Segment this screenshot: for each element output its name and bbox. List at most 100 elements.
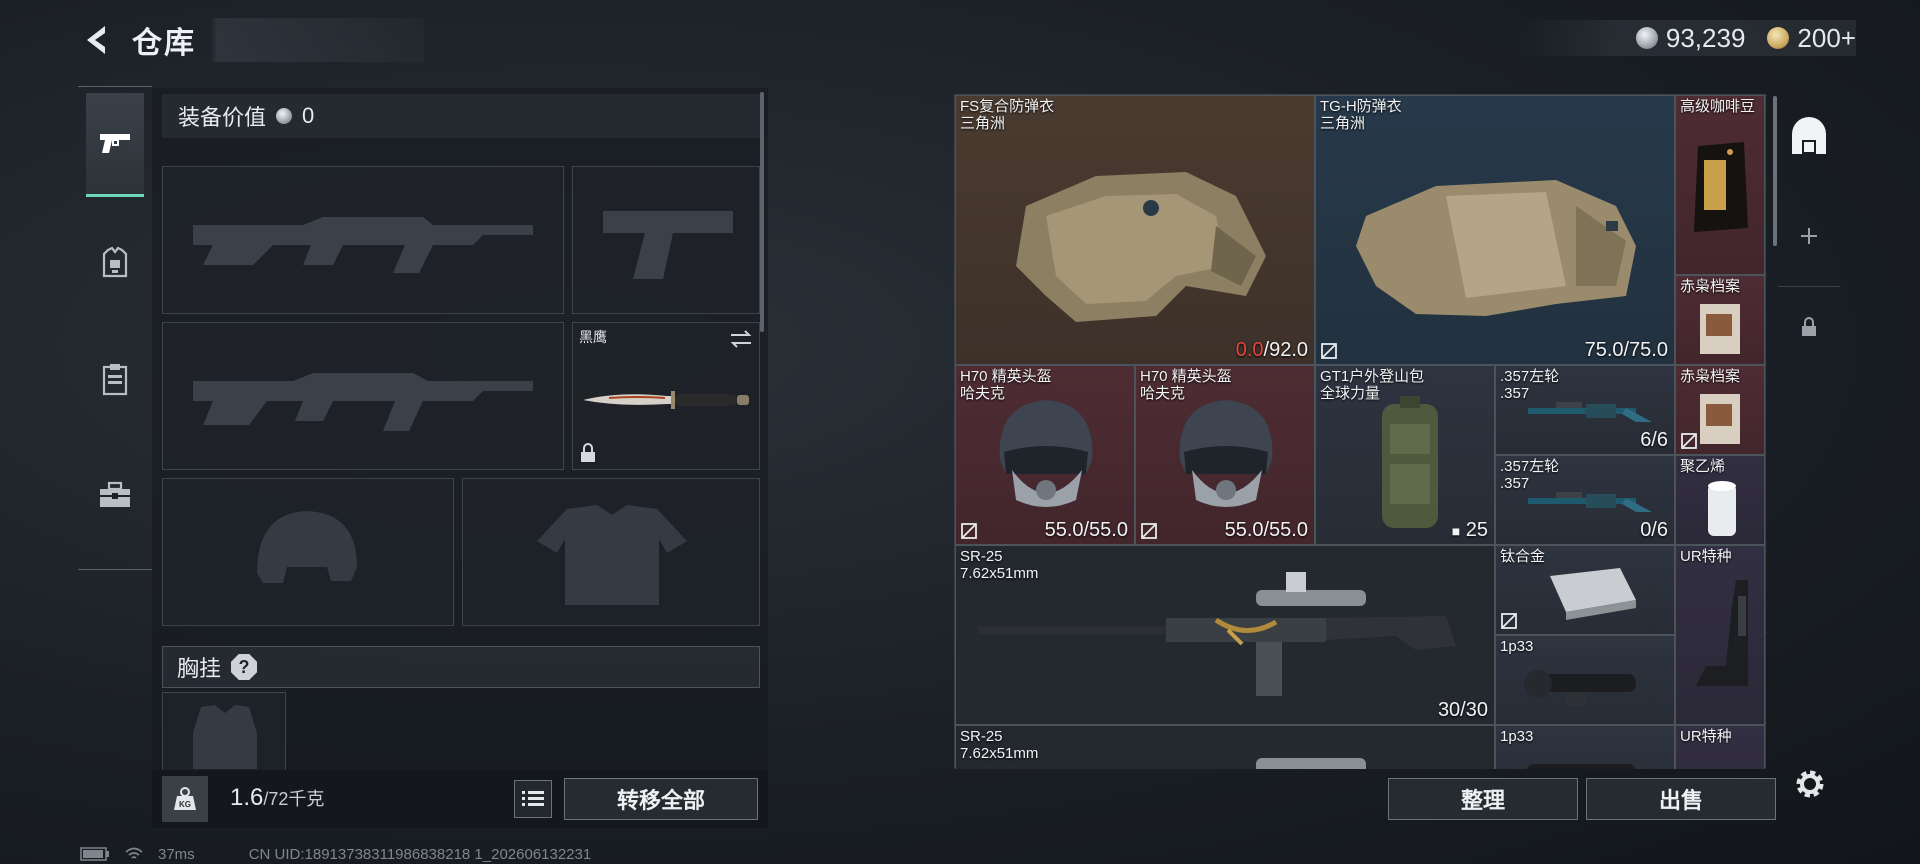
pistol-icon — [100, 133, 130, 153]
equipment-scrollbar[interactable] — [760, 92, 764, 332]
nav-armor[interactable] — [86, 211, 144, 315]
dossier-image — [1700, 394, 1740, 444]
coin-balance[interactable]: 93,239 — [1635, 23, 1745, 54]
no-trade-icon — [1501, 613, 1517, 629]
rifle-silhouette-icon — [193, 373, 533, 431]
equipment-nav — [78, 86, 152, 570]
coffee-bag-image — [1694, 142, 1748, 232]
equipment-value-header: 装备价值 0 — [162, 94, 760, 138]
weight-current: 1.6 — [230, 784, 264, 811]
storage-grid: FS复合防弹衣 三角洲 0.0/92.0 TG-H防弹衣 三角洲 75.0/75.0… — [954, 94, 1767, 769]
storage-item[interactable]: TG-H防弹衣 三角洲 75.0/75.0 — [1315, 95, 1675, 365]
token-icon — [1767, 27, 1790, 49]
item-name: 1p33 — [1500, 728, 1534, 745]
swap-icon[interactable] — [729, 329, 753, 349]
storage-item[interactable]: GT1户外登山包 全球力量 ■ 25 — [1315, 365, 1495, 545]
settings-icon — [1796, 770, 1824, 798]
secondary-weapon-slot[interactable] — [572, 166, 760, 314]
storage-item[interactable]: UR特种 — [1675, 545, 1765, 725]
storage-item[interactable]: H70 精英头盔 哈夫克 55.0/55.0 — [1135, 365, 1315, 545]
settings-button[interactable] — [1790, 764, 1830, 804]
item-name: 钛合金 — [1500, 548, 1546, 565]
page-title: 仓库 — [128, 18, 424, 62]
knife-icon — [583, 391, 749, 409]
storage-item[interactable]: 高级咖啡豆 — [1675, 95, 1765, 275]
chest-rig-slot[interactable] — [162, 692, 286, 770]
body-armor-slot[interactable] — [462, 478, 760, 626]
rifle-stock-image — [1696, 580, 1748, 686]
helmet-slot[interactable] — [162, 478, 454, 626]
item-name: .357左轮 .357 — [1500, 458, 1560, 492]
chest-rig-header: 胸挂 ? — [162, 646, 760, 688]
armor-silhouette-icon — [537, 505, 687, 605]
durability-value: 55.0/55.0 — [1224, 519, 1308, 541]
titanium-ingot-image — [1550, 568, 1636, 620]
transfer-all-button[interactable]: 转移全部 — [564, 778, 758, 820]
storage-item[interactable]: 1p33 — [1495, 635, 1675, 725]
primary-weapon-slot-2[interactable] — [162, 322, 564, 470]
storage-item[interactable]: 聚乙烯 — [1675, 455, 1765, 545]
item-name: .357左轮 .357 — [1500, 368, 1560, 402]
weight-max: /72千克 — [263, 789, 325, 809]
locked-storage-tab[interactable] — [1778, 286, 1840, 366]
sell-button[interactable]: 出售 — [1586, 778, 1776, 820]
scope-image — [1524, 670, 1636, 706]
storage-item[interactable]: SR-25 7.62x51mm 30/30 — [955, 545, 1495, 725]
storage-item[interactable]: .357左轮 .357 0/6 — [1495, 455, 1675, 545]
status-bar: 37ms CN UID:18913738311986838218 1_20260… — [80, 844, 800, 864]
armor-vest-image — [1016, 172, 1266, 322]
tab-main-storage[interactable] — [1778, 96, 1840, 176]
item-name: 1p33 — [1500, 638, 1534, 655]
equipment-panel: 装备价值 0 黑鹰 胸挂 ? KG 1.6/72千克 转移全部 — [152, 88, 768, 828]
storage-item[interactable]: 赤枭档案 — [1675, 275, 1765, 365]
durability-value: 75.0/75.0 — [1584, 339, 1668, 361]
chest-rig-label: 胸挂 — [177, 656, 222, 681]
battery-icon — [80, 847, 109, 861]
item-name: 高级咖啡豆 — [1680, 98, 1756, 115]
toolbox-icon — [100, 481, 130, 507]
item-name: 赤枭档案 — [1680, 368, 1741, 385]
sniper-rifle-image — [1256, 758, 1366, 769]
uid-text: CN UID:18913738311986838218 1_2026061322… — [248, 845, 592, 863]
list-view-button[interactable] — [514, 780, 552, 818]
equipment-value-label: 装备价值 — [178, 105, 267, 130]
item-name: UR特种 — [1680, 548, 1732, 565]
safe-icon: ■ — [1451, 523, 1461, 539]
weight-icon: KG — [162, 776, 208, 822]
storage-item[interactable]: 1p33 — [1495, 725, 1675, 769]
storage-item[interactable]: FS复合防弹衣 三角洲 0.0/92.0 — [955, 95, 1315, 365]
token-balance[interactable]: 200+ — [1767, 23, 1856, 54]
equipment-value: 0 — [302, 103, 315, 128]
primary-weapon-slot[interactable] — [162, 166, 564, 314]
storage-item[interactable]: UR特种 — [1675, 725, 1765, 769]
help-icon[interactable]: ? — [231, 654, 258, 680]
melee-slot[interactable]: 黑鹰 — [572, 322, 760, 470]
storage-item[interactable]: 钛合金 — [1495, 545, 1675, 635]
durability-value: 0.0/92.0 — [1235, 339, 1308, 361]
no-trade-icon — [1321, 343, 1337, 359]
no-trade-icon — [961, 523, 977, 539]
add-storage-button[interactable] — [1778, 196, 1840, 276]
rifle-silhouette-icon — [193, 217, 533, 273]
no-trade-icon — [1141, 523, 1157, 539]
back-button[interactable] — [78, 18, 114, 62]
revolver-image — [1528, 492, 1652, 512]
storage-scrollbar[interactable] — [1773, 96, 1777, 246]
coin-icon — [1635, 27, 1658, 49]
storage-item[interactable]: SR-25 7.62x51mm — [955, 725, 1495, 769]
nav-weapons[interactable] — [86, 93, 144, 197]
sort-button[interactable]: 整理 — [1388, 778, 1578, 820]
lock-icon — [1802, 316, 1816, 336]
plus-icon — [1801, 228, 1817, 244]
polyethylene-roll-image — [1708, 481, 1736, 536]
nav-toolbox[interactable] — [86, 443, 144, 547]
item-name: 赤枭档案 — [1680, 278, 1741, 295]
storage-item[interactable]: .357左轮 .357 6/6 — [1495, 365, 1675, 455]
storage-item[interactable]: 赤枭档案 — [1675, 365, 1765, 455]
ammo-count: 0/6 — [1640, 519, 1668, 541]
helmet-silhouette-icon — [257, 511, 357, 583]
nav-rig[interactable] — [86, 327, 144, 431]
armor-icon — [102, 246, 128, 278]
storage-item[interactable]: H70 精英头盔 哈夫克 55.0/55.0 — [955, 365, 1135, 545]
currency-bar: 93,239 200+ — [1516, 20, 1856, 56]
